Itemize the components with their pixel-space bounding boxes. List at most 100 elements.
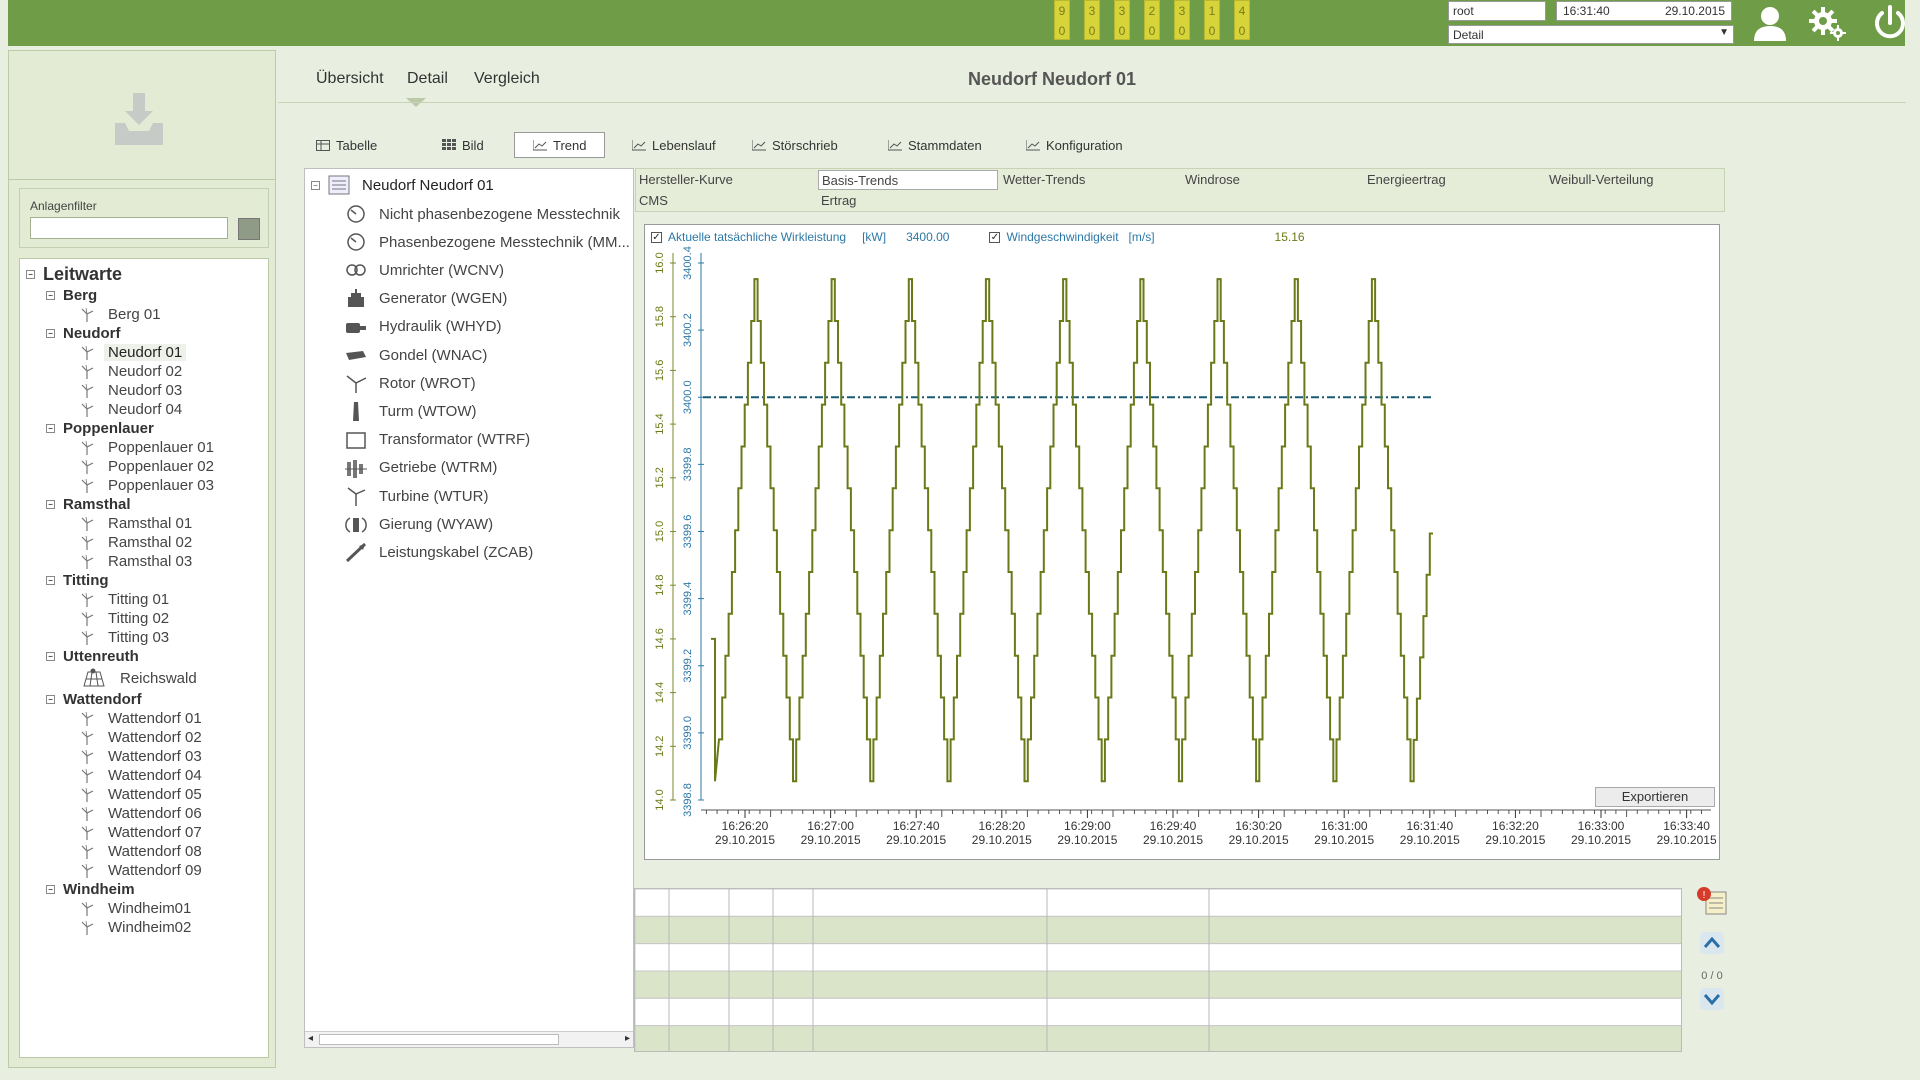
view-select[interactable]: Detail ▼ xyxy=(1448,25,1734,44)
tree-item[interactable]: Ramsthal 03 xyxy=(80,552,196,571)
table-row[interactable] xyxy=(635,943,1682,972)
tab-detail[interactable]: Detail xyxy=(407,70,448,88)
subtab-konfiguration[interactable]: Konfiguration xyxy=(1026,132,1123,158)
subtab-stoerschrieb[interactable]: Störschrieb xyxy=(752,132,838,158)
collapse-icon[interactable]: − xyxy=(46,576,55,585)
tree-item[interactable]: Ramsthal 02 xyxy=(80,533,196,552)
tree-item[interactable]: Neudorf 01 xyxy=(80,343,187,362)
scroll-left-icon[interactable]: ◂ xyxy=(308,1033,313,1044)
tree-group[interactable]: − Windheim xyxy=(46,880,135,899)
tree-group[interactable]: − Poppenlauer xyxy=(46,419,154,438)
subtab-stammdaten[interactable]: Stammdaten xyxy=(888,132,982,158)
tree-item[interactable]: Titting 02 xyxy=(80,609,173,628)
collapse-icon[interactable]: − xyxy=(311,180,320,190)
component-root[interactable]: − Neudorf Neudorf 01 xyxy=(311,173,494,197)
tree-group[interactable]: − Titting xyxy=(46,571,109,590)
trend-tab[interactable]: CMS xyxy=(636,191,671,211)
tree-item[interactable]: Wattendorf 09 xyxy=(80,861,206,880)
alarm-list-icon[interactable]: ! xyxy=(1696,886,1728,916)
tree-item[interactable]: Titting 01 xyxy=(80,590,173,609)
component-item[interactable]: Generator (WGEN) xyxy=(345,287,507,311)
tree-item[interactable]: Wattendorf 08 xyxy=(80,842,206,861)
component-item[interactable]: Umrichter (WCNV) xyxy=(345,258,504,282)
alarm-counter[interactable]: 40 xyxy=(1234,0,1250,40)
tree-item[interactable]: Ramsthal 01 xyxy=(80,514,196,533)
tree-item[interactable]: Wattendorf 04 xyxy=(80,766,206,785)
chevron-up-icon[interactable] xyxy=(1700,932,1724,954)
table-row[interactable] xyxy=(635,970,1682,999)
component-item[interactable]: Hydraulik (WHYD) xyxy=(345,315,502,339)
alarm-counter[interactable]: 30 xyxy=(1174,0,1190,40)
tree-item[interactable]: Poppenlauer 03 xyxy=(80,476,218,495)
tree-item[interactable]: Wattendorf 01 xyxy=(80,709,206,728)
tree-item[interactable]: Wattendorf 06 xyxy=(80,804,206,823)
collapse-icon[interactable]: − xyxy=(46,695,55,704)
table-row[interactable] xyxy=(635,997,1682,1027)
tree-item[interactable]: Windheim02 xyxy=(80,918,195,937)
collapse-icon[interactable]: − xyxy=(46,291,55,300)
tree-item[interactable]: Titting 03 xyxy=(80,628,173,647)
collapse-icon[interactable]: − xyxy=(46,652,55,661)
alarm-counter[interactable]: 30 xyxy=(1114,0,1130,40)
component-item[interactable]: Gondel (WNAC) xyxy=(345,343,487,367)
trend-tab[interactable]: Hersteller-Kurve xyxy=(636,170,736,190)
tree-item[interactable]: Neudorf 03 xyxy=(80,381,186,400)
tab-uebersicht[interactable]: Übersicht xyxy=(316,70,384,88)
tree-group[interactable]: − Wattendorf xyxy=(46,690,142,709)
component-item[interactable]: Nicht phasenbezogene Messtechnik xyxy=(345,202,620,226)
tree-item[interactable]: Wattendorf 05 xyxy=(80,785,206,804)
trend-tab[interactable]: Basis-Trends xyxy=(818,170,998,190)
power-icon[interactable] xyxy=(1870,4,1910,42)
collapse-icon[interactable]: − xyxy=(46,885,55,894)
tree-item[interactable]: Berg 01 xyxy=(80,305,165,324)
horizontal-scrollbar[interactable]: ◂ ▸ xyxy=(305,1031,633,1047)
alarm-counter[interactable]: 10 xyxy=(1204,0,1220,40)
tree-item[interactable]: Wattendorf 03 xyxy=(80,747,206,766)
subtab-lebenslauf[interactable]: Lebenslauf xyxy=(632,132,716,158)
trend-tab[interactable]: Weibull-Verteilung xyxy=(1546,170,1657,190)
scroll-right-icon[interactable]: ▸ xyxy=(625,1033,630,1044)
tree-group[interactable]: − Berg xyxy=(46,286,97,305)
tree-item[interactable]: Wattendorf 07 xyxy=(80,823,206,842)
tree-group[interactable]: − Ramsthal xyxy=(46,495,131,514)
component-item[interactable]: Transformator (WTRF) xyxy=(345,428,530,452)
trend-tab[interactable]: Ertrag xyxy=(818,191,859,211)
tree-group[interactable]: − Uttenreuth xyxy=(46,647,139,666)
collapse-icon[interactable]: − xyxy=(46,424,55,433)
collapse-icon[interactable]: − xyxy=(46,329,55,338)
trend-tab[interactable]: Windrose xyxy=(1182,170,1243,190)
tab-vergleich[interactable]: Vergleich xyxy=(474,70,540,88)
tree-root[interactable]: − Leitwarte xyxy=(26,264,122,284)
filter-button[interactable] xyxy=(238,218,260,240)
export-button[interactable]: Exportieren xyxy=(1595,787,1715,807)
filter-input[interactable] xyxy=(30,217,228,239)
user-icon[interactable] xyxy=(1750,4,1790,42)
component-item[interactable]: Getriebe (WTRM) xyxy=(345,456,497,480)
table-row[interactable] xyxy=(635,915,1682,945)
table-row[interactable] xyxy=(635,1025,1682,1052)
chevron-down-icon[interactable] xyxy=(1700,988,1724,1010)
gear-icon[interactable] xyxy=(1808,4,1848,42)
component-item[interactable]: Rotor (WROT) xyxy=(345,371,476,395)
alarm-counter[interactable]: 20 xyxy=(1144,0,1160,40)
tree-item[interactable]: Reichswald xyxy=(80,666,201,690)
subtab-tabelle[interactable]: Tabelle xyxy=(316,132,377,158)
alarm-counter[interactable]: 90 xyxy=(1054,0,1070,40)
subtab-trend[interactable]: Trend xyxy=(514,132,606,158)
tree-item[interactable]: Windheim01 xyxy=(80,899,195,918)
component-item[interactable]: Phasenbezogene Messtechnik (MM... xyxy=(345,230,630,254)
component-item[interactable]: Leistungskabel (ZCAB) xyxy=(345,540,533,564)
component-item[interactable]: Turm (WTOW) xyxy=(345,399,476,423)
table-row[interactable] xyxy=(635,889,1682,917)
subtab-bild[interactable]: Bild xyxy=(442,132,484,158)
trend-tab[interactable]: Wetter-Trends xyxy=(1000,170,1088,190)
component-item[interactable]: Turbine (WTUR) xyxy=(345,484,488,508)
tree-item[interactable]: Poppenlauer 02 xyxy=(80,457,218,476)
component-item[interactable]: Gierung (WYAW) xyxy=(345,512,493,536)
tree-group[interactable]: − Neudorf xyxy=(46,324,121,343)
alarm-counter[interactable]: 30 xyxy=(1084,0,1100,40)
tree-item[interactable]: Poppenlauer 01 xyxy=(80,438,218,457)
collapse-icon[interactable]: − xyxy=(46,500,55,509)
tree-item[interactable]: Neudorf 02 xyxy=(80,362,186,381)
tree-item[interactable]: Neudorf 04 xyxy=(80,400,186,419)
